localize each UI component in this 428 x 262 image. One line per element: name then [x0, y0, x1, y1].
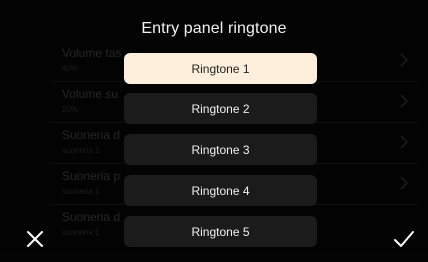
dialog-title: Entry panel ringtone [141, 20, 287, 37]
ringtone-option-2[interactable]: Ringtone 2 [124, 93, 317, 124]
ringtone-option-1[interactable]: Ringtone 1 [124, 53, 317, 84]
close-icon [27, 231, 43, 247]
checkmark-icon [394, 231, 414, 247]
ringtone-screen: Volume tas 40% Volume su 20% Suoneria d … [0, 0, 428, 262]
ringtone-option-4[interactable]: Ringtone 4 [124, 175, 317, 206]
ringtone-option-3[interactable]: Ringtone 3 [124, 134, 317, 165]
ringtone-option-5[interactable]: Ringtone 5 [124, 216, 317, 247]
close-button[interactable] [24, 228, 46, 250]
confirm-button[interactable] [392, 228, 416, 250]
